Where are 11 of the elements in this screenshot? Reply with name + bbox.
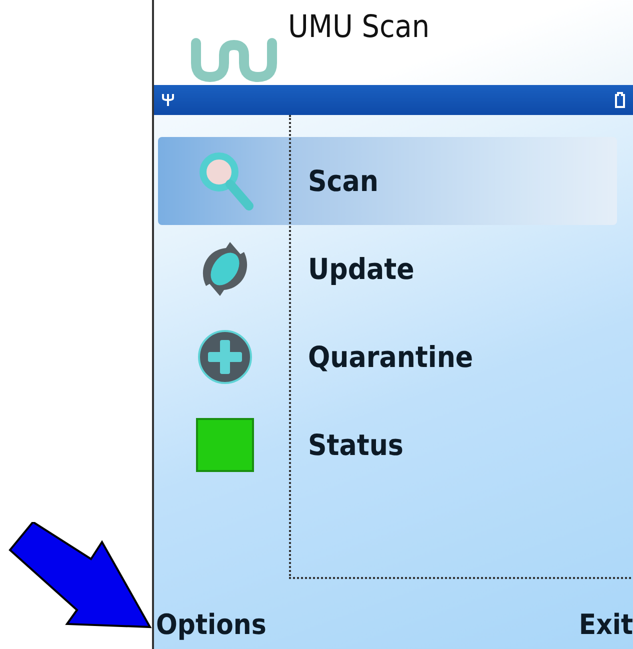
menu-item[interactable]: Update xyxy=(158,225,617,313)
signal-icon xyxy=(162,93,174,107)
menu-item[interactable]: Status xyxy=(158,401,617,489)
app-title: UMU Scan xyxy=(288,9,430,45)
square-icon xyxy=(196,418,254,472)
plus-circle-icon xyxy=(197,329,253,385)
exit-softkey[interactable]: Exit xyxy=(578,608,633,640)
options-softkey[interactable]: Options xyxy=(156,608,266,640)
battery-icon xyxy=(615,92,625,108)
menu-item[interactable]: Scan xyxy=(158,137,617,225)
menu-item[interactable]: Quarantine xyxy=(158,313,617,401)
